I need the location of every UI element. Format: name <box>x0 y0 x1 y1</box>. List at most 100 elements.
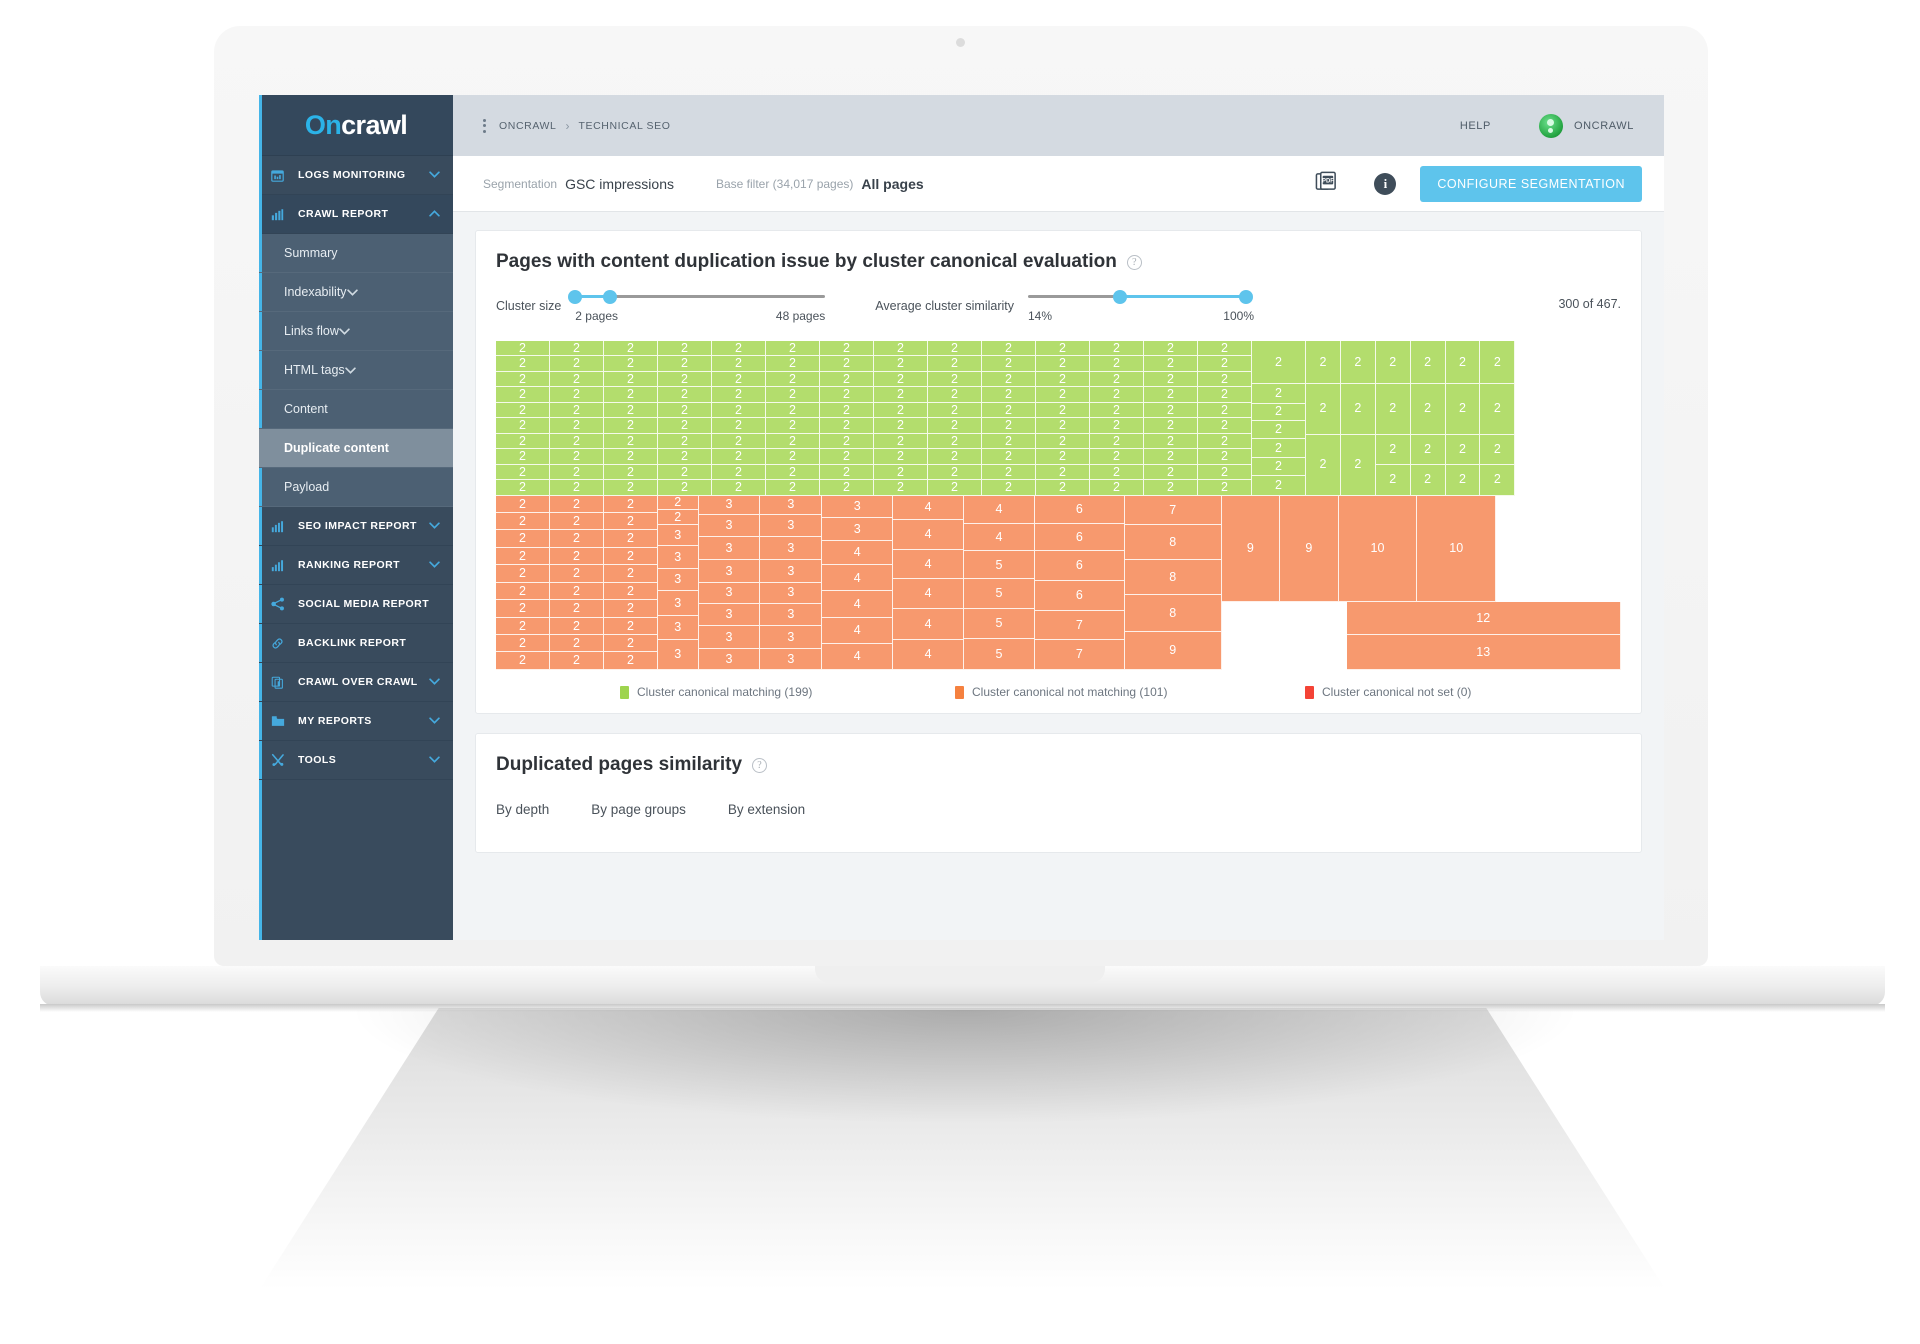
treemap-cell[interactable]: 3 <box>760 495 823 515</box>
treemap-cell[interactable]: 2 <box>1375 341 1411 384</box>
treemap-cell[interactable]: 2 <box>496 341 550 357</box>
treemap-cell[interactable]: 2 <box>658 402 712 419</box>
treemap-cell[interactable]: 2 <box>1340 383 1376 435</box>
treemap-cell[interactable]: 2 <box>604 513 658 531</box>
treemap-cell[interactable]: 2 <box>1198 341 1252 357</box>
treemap-cell[interactable]: 2 <box>604 635 658 653</box>
treemap-cell[interactable]: 4 <box>822 565 894 592</box>
treemap-cell[interactable]: 2 <box>604 565 658 583</box>
treemap-cell[interactable]: 2 <box>1090 356 1144 372</box>
treemap-cell[interactable]: 2 <box>874 480 928 496</box>
treemap-cell[interactable]: 6 <box>1034 523 1125 552</box>
treemap-cell[interactable]: 2 <box>550 547 604 566</box>
treemap-cell[interactable]: 2 <box>496 600 550 618</box>
treemap-cell[interactable]: 2 <box>766 480 820 496</box>
treemap-cell[interactable]: 3 <box>698 649 761 670</box>
treemap-cell[interactable]: 2 <box>550 356 604 372</box>
treemap-cell[interactable]: 2 <box>1036 387 1090 403</box>
treemap-cell[interactable]: 2 <box>1036 356 1090 372</box>
treemap-cell[interactable]: 2 <box>820 356 874 372</box>
treemap-cell[interactable]: 2 <box>820 418 874 434</box>
treemap-cell[interactable]: 2 <box>1198 480 1252 496</box>
treemap-cell[interactable]: 2 <box>496 402 550 419</box>
treemap-cell[interactable]: 4 <box>893 495 964 521</box>
treemap-cell[interactable]: 2 <box>874 433 928 450</box>
treemap-cell[interactable]: 2 <box>982 402 1036 419</box>
treemap-cell[interactable]: 2 <box>712 464 766 481</box>
treemap-cell[interactable]: 2 <box>550 495 604 514</box>
treemap-cell[interactable]: 2 <box>1036 449 1090 465</box>
treemap-cell[interactable]: 3 <box>698 495 761 515</box>
treemap-cell[interactable]: 2 <box>874 402 928 419</box>
treemap-cell[interactable]: 2 <box>1090 387 1144 403</box>
treemap-cell[interactable]: 2 <box>550 513 604 531</box>
treemap-cell[interactable]: 2 <box>604 600 658 618</box>
treemap-cell[interactable]: 2 <box>712 387 766 403</box>
treemap-cell[interactable]: 2 <box>1480 341 1516 384</box>
treemap-cell[interactable]: 2 <box>874 387 928 403</box>
treemap-cell[interactable]: 2 <box>928 418 982 434</box>
help-circle-icon[interactable]: ? <box>1126 254 1142 270</box>
treemap-cell[interactable]: 2 <box>766 418 820 434</box>
treemap-cell[interactable]: 2 <box>1144 480 1198 496</box>
breadcrumb-item-section[interactable]: TECHNICAL SEO <box>578 120 670 132</box>
sidebar-item-indexability[interactable]: Indexability <box>259 273 453 312</box>
cluster-size-slider[interactable]: 2 pages 48 pages <box>568 289 826 323</box>
treemap-cell[interactable]: 4 <box>893 549 964 580</box>
treemap-cell[interactable]: 2 <box>1198 371 1252 388</box>
treemap-cell[interactable]: 3 <box>698 626 761 649</box>
treemap-cell[interactable]: 2 <box>1252 403 1306 421</box>
treemap-cell[interactable]: 2 <box>820 480 874 496</box>
treemap-cell[interactable]: 2 <box>604 495 658 514</box>
treemap-cell[interactable]: 3 <box>658 525 699 547</box>
treemap-cell[interactable]: 2 <box>928 449 982 465</box>
treemap-cell[interactable]: 2 <box>1036 480 1090 496</box>
avatar[interactable] <box>1538 113 1563 138</box>
treemap-cell[interactable]: 2 <box>712 433 766 450</box>
treemap-cell[interactable]: 2 <box>496 464 550 481</box>
treemap-cell[interactable]: 2 <box>1480 434 1516 465</box>
treemap-cell[interactable]: 2 <box>712 402 766 419</box>
treemap-cell[interactable]: 2 <box>712 418 766 434</box>
treemap-cell[interactable]: 2 <box>658 510 699 526</box>
treemap-cell[interactable]: 2 <box>982 418 1036 434</box>
treemap-cell[interactable]: 2 <box>604 371 658 388</box>
tab-by-depth[interactable]: By depth <box>496 802 549 817</box>
segmentation-value[interactable]: GSC impressions <box>565 176 674 192</box>
treemap-cell[interactable]: 2 <box>1252 420 1306 440</box>
sidebar-item-payload[interactable]: Payload <box>259 468 453 507</box>
treemap-cell[interactable]: 2 <box>604 464 658 481</box>
treemap-cell[interactable]: 2 <box>982 464 1036 481</box>
treemap-cell[interactable]: 4 <box>893 579 964 609</box>
treemap-cell[interactable]: 8 <box>1124 594 1222 632</box>
treemap-cell[interactable]: 2 <box>550 635 604 653</box>
treemap-cell[interactable]: 2 <box>766 433 820 450</box>
treemap-cell[interactable]: 2 <box>1090 449 1144 465</box>
sidebar-group-my-reports[interactable]: MY REPORTS <box>259 702 453 741</box>
treemap-cell[interactable]: 2 <box>658 387 712 403</box>
treemap-cell[interactable]: 8 <box>1124 560 1222 595</box>
treemap-cell[interactable]: 2 <box>604 341 658 357</box>
treemap-cell[interactable]: 2 <box>496 418 550 434</box>
treemap-cell[interactable]: 2 <box>1198 433 1252 450</box>
treemap-cell[interactable]: 2 <box>496 530 550 548</box>
treemap-cell[interactable]: 2 <box>1375 434 1411 465</box>
slider-knob-high[interactable] <box>1239 289 1253 304</box>
treemap-cell[interactable]: 2 <box>982 356 1036 372</box>
treemap-cell[interactable]: 8 <box>1124 525 1222 561</box>
treemap-cell[interactable]: 2 <box>658 433 712 450</box>
treemap-cell[interactable]: 9 <box>1124 631 1222 670</box>
treemap-cell[interactable]: 2 <box>1198 449 1252 465</box>
treemap-cell[interactable]: 2 <box>550 449 604 465</box>
treemap-cell[interactable]: 2 <box>1445 434 1481 465</box>
treemap-cell[interactable]: 3 <box>658 546 699 569</box>
treemap-cell[interactable]: 2 <box>1198 418 1252 434</box>
treemap-cell[interactable]: 2 <box>1252 476 1306 496</box>
treemap-cell[interactable]: 2 <box>604 433 658 450</box>
treemap-cell[interactable]: 2 <box>1144 433 1198 450</box>
sidebar-group-tools[interactable]: TOOLS <box>259 741 453 780</box>
treemap-cell[interactable]: 2 <box>1198 464 1252 481</box>
treemap-cell[interactable]: 3 <box>760 626 823 649</box>
treemap-cell[interactable]: 4 <box>964 523 1035 552</box>
treemap-cell[interactable]: 2 <box>604 582 658 601</box>
